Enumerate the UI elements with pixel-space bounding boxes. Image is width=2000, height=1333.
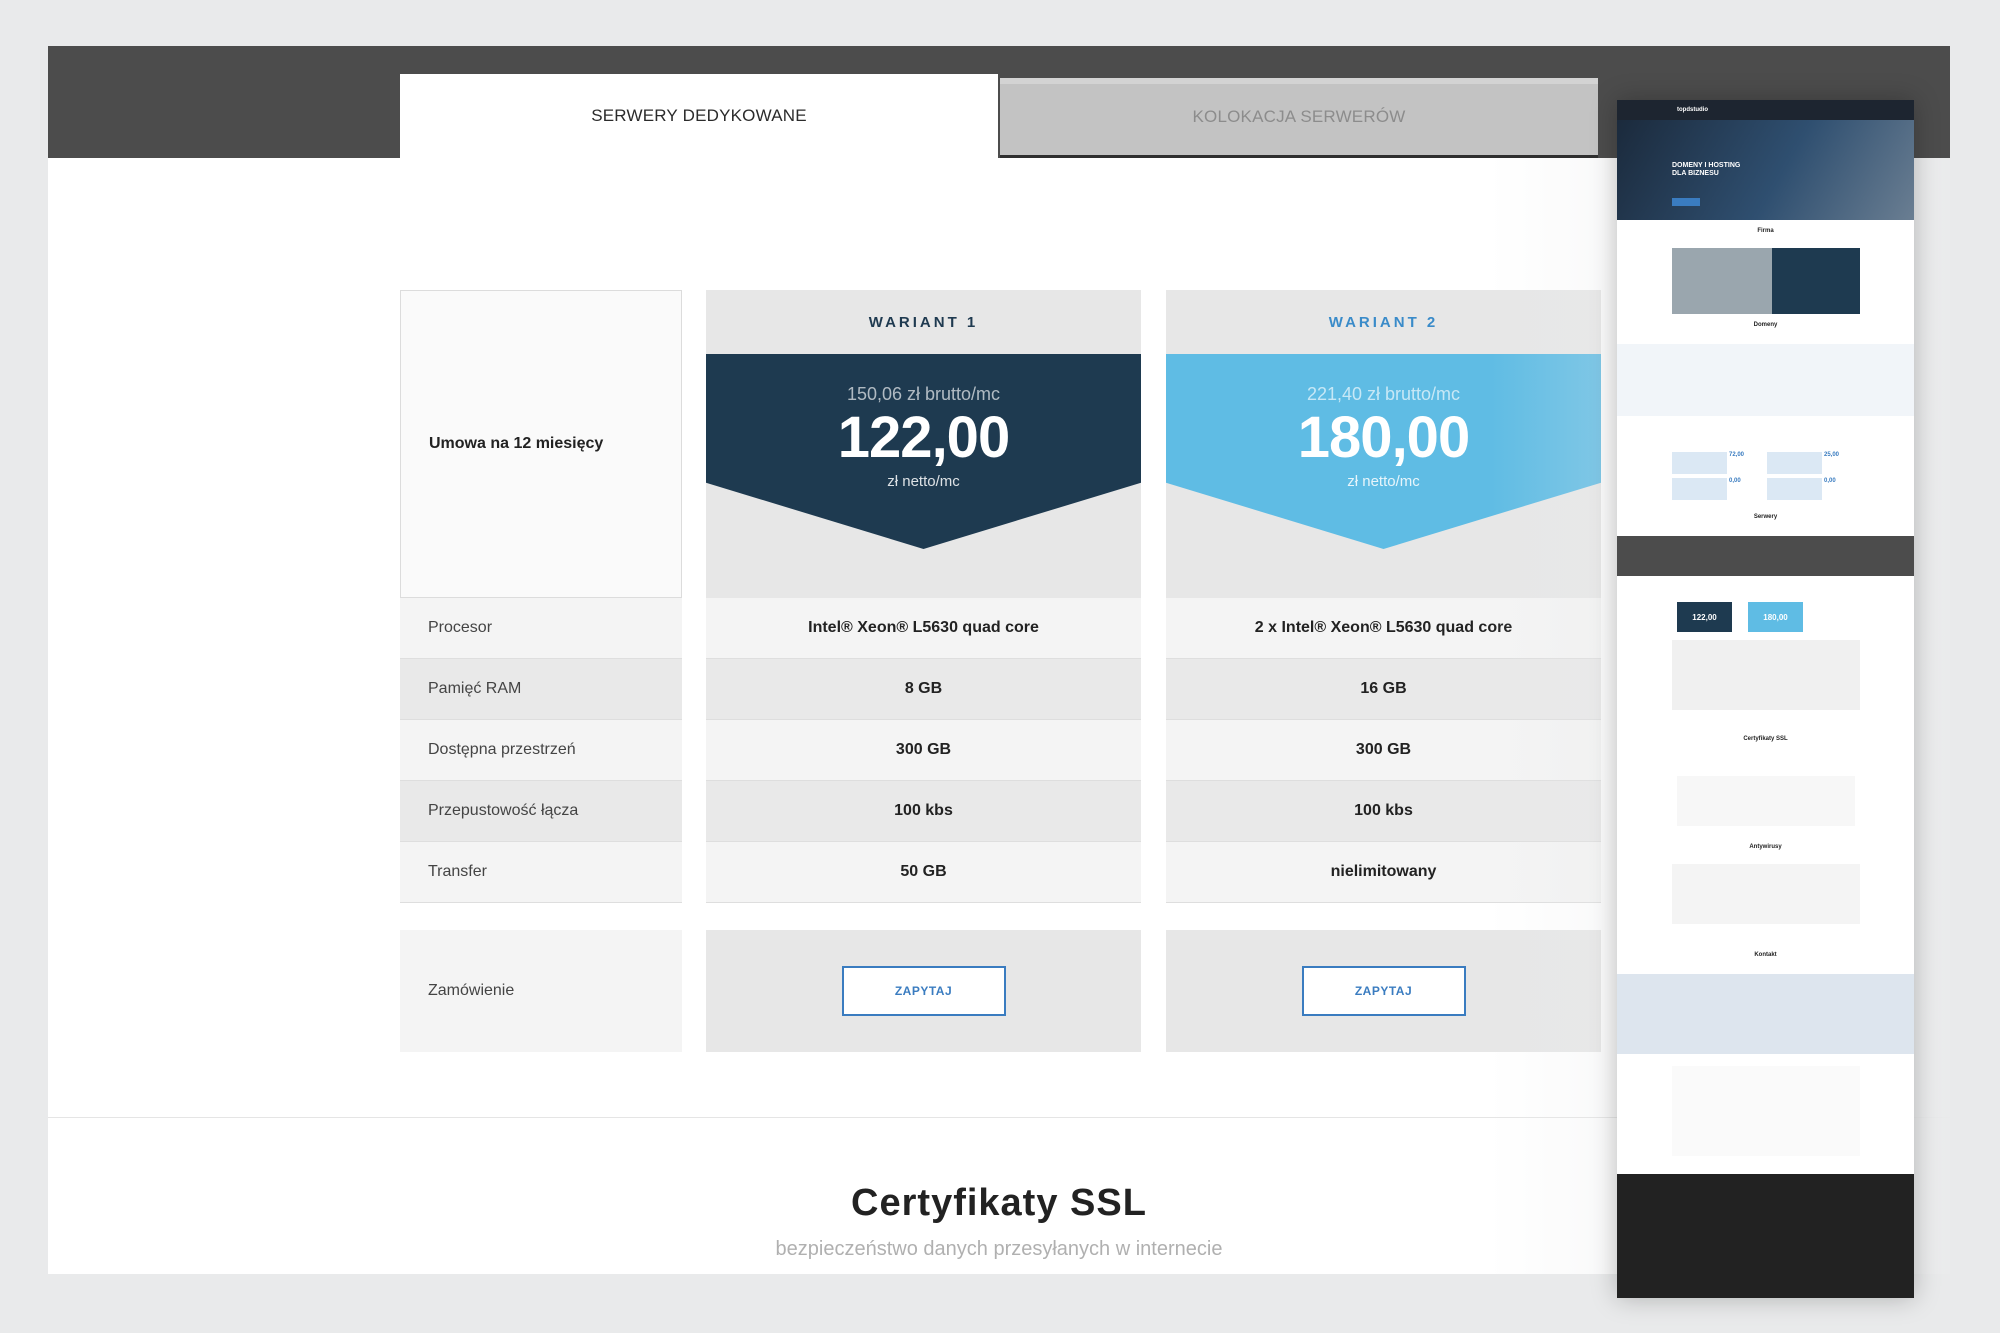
preview-firma-title: Firma	[1757, 228, 1774, 234]
plan-value-przestrzen: 300 GB	[706, 720, 1141, 781]
full-page-preview: topdstudio DOMENY I HOSTING DLA BIZNESU …	[1617, 100, 1914, 1298]
preview-contact-form	[1672, 1066, 1860, 1156]
preview-plan-2: 180,00	[1748, 602, 1803, 632]
preview-price: 72,00	[1729, 452, 1745, 458]
net-price: 180,00	[1297, 405, 1470, 470]
plan-title: WARIANT 1	[868, 313, 979, 331]
preview-hero-button	[1672, 198, 1700, 206]
tab-label: SERWERY DEDYKOWANE	[591, 106, 807, 125]
gross-price: 150,06 zł brutto/mc	[846, 384, 1001, 404]
preview-map	[1617, 974, 1914, 1054]
zapytaj-button[interactable]: ZAPYTAJ	[841, 966, 1006, 1016]
row-label-przestrzen: Dostępna przestrzeń	[400, 720, 682, 781]
preview-price: 25,00	[1824, 452, 1840, 458]
preview-price-box	[1767, 452, 1822, 474]
plan-value-transfer: 50 GB	[706, 842, 1141, 903]
preview-firma-photo	[1672, 248, 1772, 314]
preview-serwery-title: Serwery	[1753, 514, 1778, 520]
preview-kontakt-title: Kontakt	[1754, 952, 1777, 958]
zapytaj-button[interactable]: ZAPYTAJ	[1301, 966, 1466, 1016]
plan-value-przepustowosc: 100 kbs	[706, 781, 1141, 842]
preview-price-box	[1767, 478, 1822, 500]
label-column: Umowa na 12 miesięcy Procesor Pamięć RAM…	[400, 290, 682, 1052]
price-badge: 150,06 zł brutto/mc 122,00 zł netto/mc	[706, 354, 1141, 549]
preview-plan-rows	[1672, 640, 1860, 710]
preview-firma-text	[1772, 248, 1860, 314]
gross-price: 221,40 zł brutto/mc	[1306, 384, 1461, 404]
preview-price-box	[1672, 452, 1727, 474]
tab-serwery-dedykowane[interactable]: SERWERY DEDYKOWANE	[400, 74, 998, 158]
preview-ssl-title: Certyfikaty SSL	[1743, 736, 1788, 742]
net-unit: zł netto/mc	[1347, 473, 1420, 490]
plan-header: WARIANT 1 150,06 zł brutto/mc 122,00 zł …	[706, 290, 1141, 598]
order-cell: ZAPYTAJ	[706, 930, 1141, 1052]
preview-price-box	[1672, 478, 1727, 500]
preview-nav: topdstudio	[1617, 100, 1914, 120]
row-label-ram: Pamięć RAM	[400, 659, 682, 720]
plan-value-ram: 8 GB	[706, 659, 1141, 720]
row-label-przepustowosc: Przepustowość łącza	[400, 781, 682, 842]
preview-footer	[1617, 1174, 1914, 1298]
net-unit: zł netto/mc	[887, 473, 960, 490]
preview-antywirusy-title: Antywirusy	[1749, 844, 1782, 850]
contract-label: Umowa na 12 miesięcy	[400, 290, 682, 598]
preview-antywirusy-boxes	[1672, 864, 1860, 924]
preview-domeny-title: Domeny	[1753, 322, 1778, 328]
tab-label: KOLOKACJA SERWERÓW	[1192, 106, 1406, 126]
preview-hero: DOMENY I HOSTING DLA BIZNESU	[1617, 120, 1914, 220]
row-label-transfer: Transfer	[400, 842, 682, 903]
plan-value-procesor: Intel® Xeon® L5630 quad core	[706, 598, 1141, 659]
tab-kolokacja-serwerow[interactable]: KOLOKACJA SERWERÓW	[1000, 78, 1598, 158]
preview-domeny-icons	[1617, 344, 1914, 416]
preview-serwery-band	[1617, 536, 1914, 576]
order-label: Zamówienie	[400, 930, 682, 1052]
tab-stripe	[1000, 78, 1598, 84]
preview-plan-1: 122,00	[1677, 602, 1732, 632]
preview-price: 0,00	[1729, 478, 1741, 484]
preview-price: 0,00	[1824, 478, 1836, 484]
preview-logo: topdstudio	[1677, 107, 1708, 113]
plan-wariant-1: WARIANT 1 150,06 zł brutto/mc 122,00 zł …	[706, 290, 1141, 1052]
preview-ssl-logos	[1677, 776, 1855, 826]
net-price: 122,00	[837, 405, 1010, 470]
preview-hero-title: DOMENY I HOSTING DLA BIZNESU	[1672, 162, 1741, 178]
row-label-procesor: Procesor	[400, 598, 682, 659]
